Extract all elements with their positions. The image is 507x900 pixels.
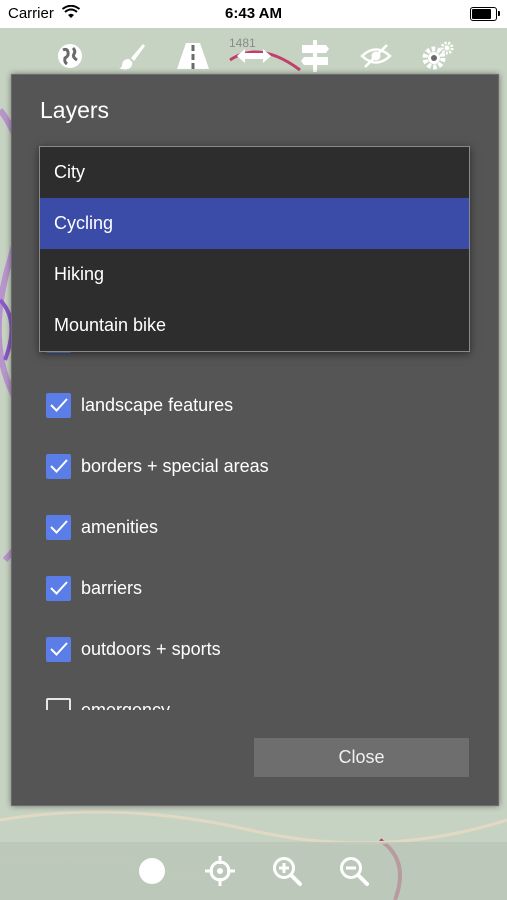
- layer-label: landscape features: [81, 394, 234, 415]
- dropdown-option-cycling[interactable]: Cycling: [40, 198, 469, 249]
- layer-row-outdoors-sports[interactable]: outdoors + sports: [46, 634, 221, 664]
- dropdown-option-hiking[interactable]: Hiking: [40, 249, 469, 300]
- checkbox-checked-icon[interactable]: [46, 575, 71, 601]
- checkbox-checked-icon[interactable]: [46, 392, 71, 418]
- zoom-in-icon[interactable]: [267, 851, 307, 891]
- checkbox-unchecked[interactable]: [46, 697, 71, 710]
- layer-row-landscape-features[interactable]: landscape features: [46, 390, 233, 420]
- layer-label: outdoors + sports: [81, 638, 221, 659]
- brush-icon[interactable]: [112, 36, 152, 76]
- dropdown-option-mountain-bike[interactable]: Mountain bike: [40, 300, 469, 351]
- locate-icon[interactable]: [200, 851, 240, 891]
- layer-label: barriers: [81, 577, 143, 598]
- status-time: 6:43 AM: [225, 5, 282, 22]
- dropdown-option-city[interactable]: City: [40, 147, 469, 198]
- checkbox-checked-icon[interactable]: [46, 453, 71, 479]
- gears-icon[interactable]: [417, 36, 457, 76]
- layer-preset-dropdown[interactable]: City Cycling Hiking Mountain bike: [39, 146, 470, 352]
- layer-row-borders[interactable]: borders + special areas: [46, 451, 269, 481]
- zoom-out-icon[interactable]: [334, 851, 374, 891]
- status-bar: Carrier 6:43 AM: [0, 0, 507, 28]
- layer-list[interactable]: landscape features borders + special are…: [12, 325, 498, 710]
- map-elevation-label: 1481: [229, 36, 256, 50]
- hidden-eye-icon[interactable]: [356, 36, 396, 76]
- layer-label: emergency: [81, 699, 171, 711]
- globe-icon[interactable]: [50, 36, 90, 76]
- layer-label: amenities: [81, 516, 159, 537]
- signpost-icon[interactable]: [295, 36, 335, 76]
- checkbox-checked-icon[interactable]: [46, 636, 71, 662]
- layer-row-amenities[interactable]: amenities: [46, 512, 158, 542]
- dialog-title: Layers: [40, 97, 110, 123]
- road-icon[interactable]: [173, 36, 213, 76]
- bottom-toolbar: [0, 842, 507, 900]
- battery-icon: [470, 7, 500, 21]
- layer-row-barriers[interactable]: barriers: [46, 573, 142, 603]
- record-icon[interactable]: [132, 851, 172, 891]
- layer-row-emergency[interactable]: emergency: [46, 695, 170, 710]
- layer-label: borders + special areas: [81, 455, 269, 476]
- close-button[interactable]: Close: [254, 738, 469, 777]
- checkbox-checked-icon[interactable]: [46, 514, 71, 540]
